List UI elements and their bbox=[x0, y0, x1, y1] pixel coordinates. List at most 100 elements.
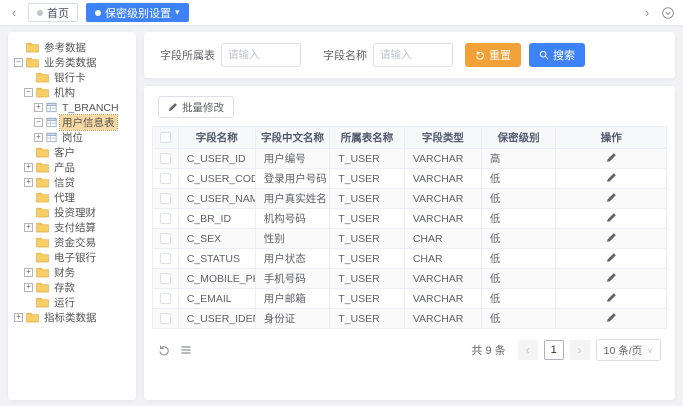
tree-node[interactable]: + 岗位 bbox=[11, 130, 133, 145]
next-page-button[interactable]: › bbox=[570, 340, 590, 360]
pencil-icon bbox=[168, 102, 178, 112]
page-size-select[interactable]: 10 条/页 ∨ bbox=[596, 339, 661, 361]
tree-toggle-icon[interactable]: + bbox=[24, 178, 33, 187]
tree-node[interactable]: + 存款 bbox=[11, 280, 133, 295]
tree-node[interactable]: − 用户信息表 bbox=[11, 115, 133, 130]
tabs-scroll-left-icon[interactable]: ‹ bbox=[8, 6, 20, 19]
row-checkbox[interactable] bbox=[160, 293, 171, 304]
table-field-input[interactable] bbox=[221, 43, 301, 67]
tab-options-icon[interactable] bbox=[661, 6, 675, 20]
row-checkbox[interactable] bbox=[160, 153, 171, 164]
edit-row-button[interactable] bbox=[602, 151, 621, 164]
field-type-cell: VARCHAR bbox=[404, 269, 481, 289]
tree-node[interactable]: 银行卡 bbox=[11, 70, 133, 85]
tree-toggle-icon[interactable]: + bbox=[24, 163, 33, 172]
tree-toggle-icon[interactable]: + bbox=[24, 283, 33, 292]
tree-toggle-icon[interactable]: − bbox=[34, 118, 43, 127]
field-name-cell: C_STATUS bbox=[178, 249, 255, 269]
tree-node-label: 客户 bbox=[52, 145, 77, 160]
tree-toggle-icon[interactable]: + bbox=[34, 103, 43, 112]
page-size-label: 10 条/页 bbox=[604, 343, 643, 358]
tree-node[interactable]: 客户 bbox=[11, 145, 133, 160]
tree-node-label: 电子银行 bbox=[52, 250, 98, 265]
folder-icon bbox=[36, 297, 49, 308]
reset-button[interactable]: 重置 bbox=[465, 43, 521, 67]
tab-label: 保密级别设置 bbox=[105, 5, 171, 21]
pencil-icon bbox=[606, 232, 617, 243]
tree-node[interactable]: 电子银行 bbox=[11, 250, 133, 265]
table-row: C_USER_IDENTITY 身份证 T_USER VARCHAR 低 bbox=[153, 309, 667, 329]
tree-toggle-icon[interactable]: + bbox=[24, 223, 33, 232]
secrecy-level-cell: 低 bbox=[481, 249, 556, 269]
tab[interactable]: 首页 bbox=[28, 3, 78, 22]
tree-toggle-icon[interactable]: − bbox=[24, 88, 33, 97]
folder-icon bbox=[26, 57, 39, 68]
tab-dot-icon bbox=[95, 10, 101, 16]
row-checkbox[interactable] bbox=[160, 233, 171, 244]
fields-table: 字段名称字段中文名称所属表名称字段类型保密级别操作 C_USER_ID 用户编号… bbox=[152, 126, 667, 329]
tree-node[interactable]: − 业务类数据 bbox=[11, 55, 133, 70]
row-checkbox[interactable] bbox=[160, 253, 171, 264]
tree-node[interactable]: 资金交易 bbox=[11, 235, 133, 250]
tabs-scroll-right-icon[interactable]: › bbox=[641, 6, 653, 19]
edit-row-button[interactable] bbox=[602, 291, 621, 304]
tab-label: 首页 bbox=[47, 5, 69, 21]
column-header: 所属表名称 bbox=[330, 127, 405, 149]
tree-node[interactable]: + 财务 bbox=[11, 265, 133, 280]
tree-node[interactable]: − 机构 bbox=[11, 85, 133, 100]
field-cname-cell: 性别 bbox=[255, 229, 330, 249]
tree-node[interactable]: 参考数据 bbox=[11, 40, 133, 55]
tree-toggle-icon[interactable]: + bbox=[34, 133, 43, 142]
row-checkbox[interactable] bbox=[160, 173, 171, 184]
tab-list: 首页 保密级别设置 ▾ bbox=[28, 3, 641, 22]
secrecy-level-cell: 低 bbox=[481, 289, 556, 309]
edit-row-button[interactable] bbox=[602, 211, 621, 224]
tree-node-label: 参考数据 bbox=[42, 40, 88, 55]
edit-row-button[interactable] bbox=[602, 271, 621, 284]
tree-node[interactable]: 代理 bbox=[11, 190, 133, 205]
edit-row-button[interactable] bbox=[602, 171, 621, 184]
tree-node[interactable]: + 信贷 bbox=[11, 175, 133, 190]
select-all-checkbox[interactable] bbox=[160, 132, 171, 143]
prev-page-button[interactable]: ‹ bbox=[518, 340, 538, 360]
tree-node[interactable]: + 支付结算 bbox=[11, 220, 133, 235]
owner-table-cell: T_USER bbox=[330, 189, 405, 209]
select-all-header bbox=[153, 127, 179, 149]
column-header: 操作 bbox=[556, 127, 667, 149]
pencil-icon bbox=[606, 292, 617, 303]
row-checkbox[interactable] bbox=[160, 213, 171, 224]
row-actions-cell bbox=[556, 229, 667, 249]
field-name-cell: C_MOBILE_PHONE bbox=[178, 269, 255, 289]
refresh-icon[interactable] bbox=[158, 344, 170, 356]
tab[interactable]: 保密级别设置 ▾ bbox=[86, 3, 189, 22]
row-checkbox[interactable] bbox=[160, 313, 171, 324]
search-button[interactable]: 搜索 bbox=[529, 43, 585, 67]
tree-node[interactable]: + T_BRANCH bbox=[11, 100, 133, 115]
tree-node[interactable]: 投资理财 bbox=[11, 205, 133, 220]
tree-node-label: 业务类数据 bbox=[42, 55, 99, 70]
row-checkbox[interactable] bbox=[160, 193, 171, 204]
batch-edit-button[interactable]: 批量修改 bbox=[158, 96, 234, 118]
secrecy-level-cell: 低 bbox=[481, 189, 556, 209]
chevron-down-icon[interactable]: ▾ bbox=[175, 7, 180, 18]
pencil-icon bbox=[606, 172, 617, 183]
pencil-icon bbox=[606, 252, 617, 263]
tree-toggle-icon[interactable]: + bbox=[14, 313, 23, 322]
name-field-input[interactable] bbox=[373, 43, 453, 67]
row-checkbox[interactable] bbox=[160, 273, 171, 284]
edit-row-button[interactable] bbox=[602, 231, 621, 244]
tree-node[interactable]: + 产品 bbox=[11, 160, 133, 175]
tree-toggle-icon[interactable]: − bbox=[14, 58, 23, 67]
column-settings-icon[interactable] bbox=[180, 344, 192, 356]
reset-icon bbox=[475, 50, 485, 60]
edit-row-button[interactable] bbox=[602, 311, 621, 324]
edit-row-button[interactable] bbox=[602, 191, 621, 204]
owner-table-cell: T_USER bbox=[330, 249, 405, 269]
tree-node[interactable]: + 指标类数据 bbox=[11, 310, 133, 325]
sidebar-tree-panel: 参考数据 − 业务类数据 银行卡 − bbox=[8, 32, 136, 400]
tree-node[interactable]: 运行 bbox=[11, 295, 133, 310]
tree-toggle-icon[interactable]: + bbox=[24, 268, 33, 277]
page-number-button[interactable]: 1 bbox=[544, 340, 564, 360]
row-select-cell bbox=[153, 269, 179, 289]
edit-row-button[interactable] bbox=[602, 251, 621, 264]
